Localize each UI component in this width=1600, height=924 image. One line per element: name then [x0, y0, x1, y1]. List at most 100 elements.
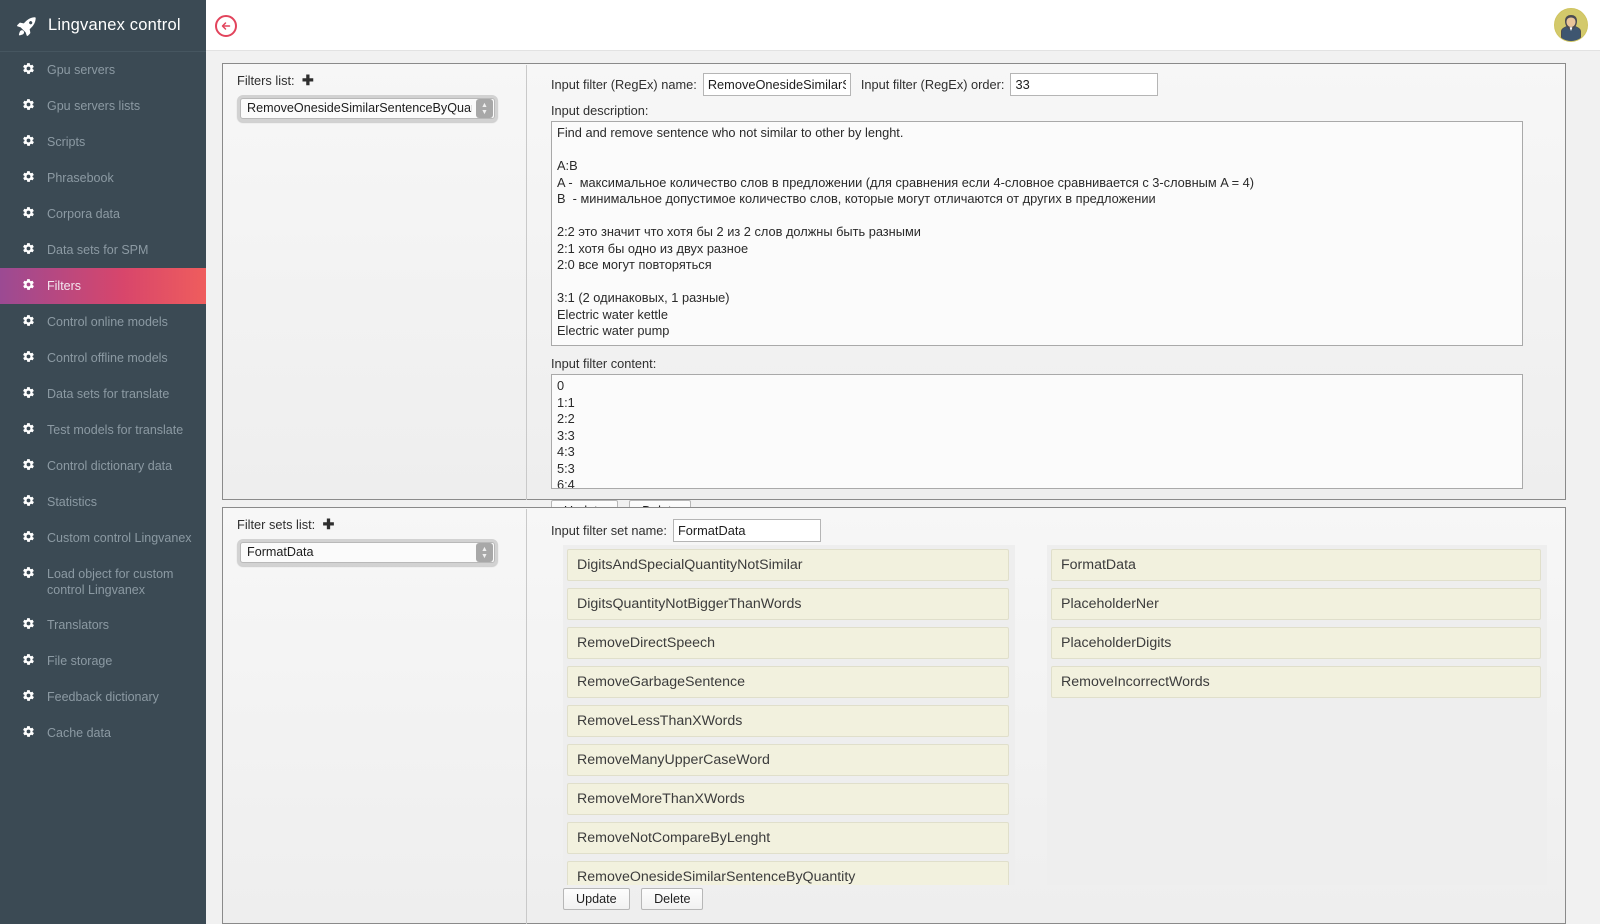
list-item[interactable]: RemoveMoreThanXWords	[567, 783, 1009, 815]
sidebar-item-control-offline-models[interactable]: Control offline models	[0, 340, 206, 376]
gear-icon	[22, 617, 35, 634]
sidebar-item-label: Phrasebook	[47, 170, 196, 186]
list-item[interactable]: FormatData	[1051, 549, 1541, 581]
available-filters-list[interactable]: DigitsAndSpecialQuantityNotSimilar Digits…	[563, 545, 1015, 885]
filters-panel: Filters list: ✚ RemoveOnesideSimilarSent…	[222, 63, 1566, 500]
sidebar-item-label: Corpora data	[47, 206, 196, 222]
panel-divider	[526, 65, 527, 500]
gear-icon	[22, 206, 35, 223]
filter-sets-select[interactable]: FormatDataPlaceholderNerPlaceholderDigit…	[240, 542, 495, 563]
sidebar-item-data-sets-for-translate[interactable]: Data sets for translate	[0, 376, 206, 412]
sidebar-nav: Gpu servers Gpu servers lists Scripts Phras…	[0, 52, 206, 751]
gear-icon	[22, 422, 35, 439]
sidebar-item-filters[interactable]: Filters	[0, 268, 206, 304]
set-name-label: Input filter set name:	[551, 523, 667, 538]
selected-filters-list[interactable]: FormatData PlaceholderNer PlaceholderDigit…	[1047, 545, 1547, 885]
sidebar-item-label: Custom control Lingvanex	[47, 530, 196, 546]
filter-content-label: Input filter content:	[551, 356, 1551, 371]
list-item[interactable]: RemoveIncorrectWords	[1051, 666, 1541, 698]
sidebar-item-scripts[interactable]: Scripts	[0, 124, 206, 160]
sidebar-item-test-models-for-translate[interactable]: Test models for translate	[0, 412, 206, 448]
sidebar-item-label: Gpu servers	[47, 62, 196, 78]
sidebar-item-data-sets-for-spm[interactable]: Data sets for SPM	[0, 232, 206, 268]
list-item[interactable]: PlaceholderDigits	[1051, 627, 1541, 659]
gear-icon	[22, 725, 35, 742]
plus-icon[interactable]: ✚	[302, 72, 314, 88]
plus-icon[interactable]: ✚	[323, 516, 335, 532]
gear-icon	[22, 350, 35, 367]
sidebar-item-file-storage[interactable]: File storage	[0, 643, 206, 679]
filter-order-label: Input filter (RegEx) order:	[861, 77, 1005, 92]
brand-header[interactable]: Lingvanex control	[0, 0, 206, 52]
sidebar-item-gpu-servers-lists[interactable]: Gpu servers lists	[0, 88, 206, 124]
set-update-button[interactable]: Update	[563, 888, 630, 910]
sidebar-item-statistics[interactable]: Statistics	[0, 484, 206, 520]
description-textarea[interactable]	[551, 121, 1523, 346]
gear-icon	[22, 689, 35, 706]
main-content: Filters list: ✚ RemoveOnesideSimilarSent…	[206, 51, 1600, 924]
sidebar-item-label: Gpu servers lists	[47, 98, 196, 114]
set-name-input[interactable]	[673, 519, 821, 542]
sidebar: Lingvanex control Gpu serversGpu servers…	[0, 0, 206, 924]
list-item[interactable]: RemoveOnesideSimilarSentenceByQuantity	[567, 861, 1009, 885]
sidebar-item-custom-control-lingvanex[interactable]: Custom control Lingvanex	[0, 520, 206, 556]
filters-select[interactable]: RemoveOnesideSimilarSentenceByQuantityDi…	[240, 98, 495, 119]
gear-icon	[22, 278, 35, 295]
filter-sets-select-wrap[interactable]: FormatDataPlaceholderNerPlaceholderDigit…	[237, 539, 498, 566]
sidebar-item-label: Control offline models	[47, 350, 196, 366]
rocket-icon	[14, 13, 40, 39]
list-item[interactable]: RemoveDirectSpeech	[567, 627, 1009, 659]
list-item[interactable]: DigitsQuantityNotBiggerThanWords	[567, 588, 1009, 620]
gear-icon	[22, 494, 35, 511]
sidebar-item-label: Feedback dictionary	[47, 689, 196, 705]
sidebar-item-load-object-for-custom-control-lingvanex[interactable]: Load object for custom control Lingvanex	[0, 556, 206, 607]
sidebar-item-label: Cache data	[47, 725, 196, 741]
sidebar-item-control-dictionary-data[interactable]: Control dictionary data	[0, 448, 206, 484]
sidebar-item-cache-data[interactable]: Cache data	[0, 715, 206, 751]
filter-sets-list-block: Filter sets list: ✚ FormatDataPlaceholde…	[237, 516, 498, 566]
set-name-block: Input filter set name:	[551, 519, 821, 542]
gear-icon	[22, 134, 35, 151]
gear-icon	[22, 653, 35, 670]
list-item[interactable]: DigitsAndSpecialQuantityNotSimilar	[567, 549, 1009, 581]
gear-icon	[22, 458, 35, 475]
sidebar-item-label: Translators	[47, 617, 196, 633]
sidebar-item-phrasebook[interactable]: Phrasebook	[0, 160, 206, 196]
set-delete-button[interactable]: Delete	[641, 888, 703, 910]
filter-name-input[interactable]	[703, 73, 851, 96]
avatar[interactable]	[1554, 8, 1588, 42]
filters-list-label: Filters list:	[237, 73, 295, 88]
gear-icon	[22, 566, 35, 583]
sidebar-item-label: Control dictionary data	[47, 458, 196, 474]
filter-name-label: Input filter (RegEx) name:	[551, 77, 697, 92]
sidebar-item-label: Control online models	[47, 314, 196, 330]
gear-icon	[22, 530, 35, 547]
sidebar-item-control-online-models[interactable]: Control online models	[0, 304, 206, 340]
filter-sets-panel: Filter sets list: ✚ FormatData Placeholde…	[222, 507, 1566, 924]
description-label: Input description:	[551, 103, 1551, 118]
gear-icon	[22, 242, 35, 259]
filter-order-input[interactable]	[1010, 73, 1158, 96]
sidebar-item-label: File storage	[47, 653, 196, 669]
sidebar-item-label: Statistics	[47, 494, 196, 510]
sidebar-item-gpu-servers[interactable]: Gpu servers	[0, 52, 206, 88]
sidebar-item-corpora-data[interactable]: Corpora data	[0, 196, 206, 232]
gear-icon	[22, 62, 35, 79]
list-item[interactable]: RemoveNotCompareByLenght	[567, 822, 1009, 854]
filters-list-block: Filters list: ✚ RemoveOnesideSimilarSent…	[237, 72, 498, 122]
gear-icon	[22, 98, 35, 115]
sidebar-item-feedback-dictionary[interactable]: Feedback dictionary	[0, 679, 206, 715]
panel-divider	[526, 509, 527, 924]
gear-icon	[22, 170, 35, 187]
filters-select-wrap[interactable]: RemoveOnesideSimilarSentenceByQuantityDi…	[237, 95, 498, 122]
list-item[interactable]: PlaceholderNer	[1051, 588, 1541, 620]
sidebar-item-label: Load object for custom control Lingvanex	[47, 566, 196, 598]
arrow-left-circle-icon[interactable]	[215, 15, 237, 37]
sidebar-item-label: Scripts	[47, 134, 196, 150]
sidebar-item-translators[interactable]: Translators	[0, 607, 206, 643]
list-item[interactable]: RemoveLessThanXWords	[567, 705, 1009, 737]
filter-content-textarea[interactable]	[551, 374, 1523, 489]
list-item[interactable]: RemoveManyUpperCaseWord	[567, 744, 1009, 776]
filter-sets-list-label: Filter sets list:	[237, 517, 315, 532]
list-item[interactable]: RemoveGarbageSentence	[567, 666, 1009, 698]
